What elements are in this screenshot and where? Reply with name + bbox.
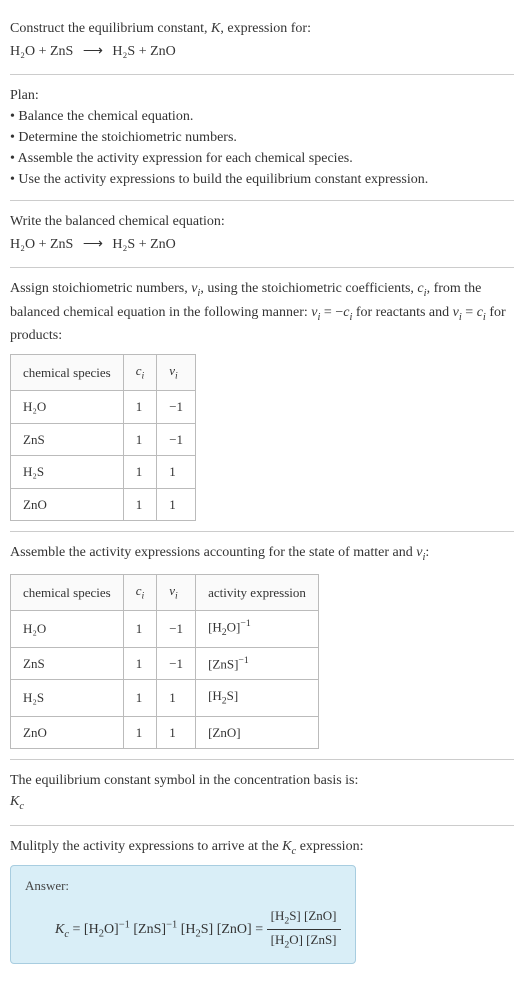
plan-item: • Use the activity expressions to build …: [10, 169, 514, 190]
answer-box: Answer: Kc = [H2O]−1 [ZnS]−1 [H2S] [ZnO]…: [10, 865, 356, 964]
cell-vi: 1: [157, 716, 196, 749]
table-header-row: chemical species ci νi: [11, 355, 196, 391]
cell-species: ZnO: [11, 488, 124, 521]
cell-expr: [H2O]−1: [196, 611, 319, 648]
col-species: chemical species: [11, 574, 124, 610]
balanced-section: Write the balanced chemical equation: H₂…: [10, 201, 514, 268]
intro-line: Construct the equilibrium constant, K, e…: [10, 18, 514, 39]
kc-expression: Kc = [H2O]−1 [ZnS]−1 [H2S] [ZnO] = [H2S]…: [25, 902, 341, 953]
cell-expr: [H2S]: [196, 680, 319, 716]
table-row: H₂O 1 −1: [11, 391, 196, 424]
col-species: chemical species: [11, 355, 124, 391]
plan-item: • Balance the chemical equation.: [10, 106, 514, 127]
activity-section: Assemble the activity expressions accoun…: [10, 532, 514, 760]
cell-vi: −1: [157, 391, 196, 424]
cell-ci: 1: [123, 423, 157, 456]
cell-expr: [ZnS]−1: [196, 647, 319, 680]
cell-vi: 1: [157, 488, 196, 521]
fraction-numerator: [H2S] [ZnO]: [267, 906, 341, 930]
plan-item: • Assemble the activity expression for e…: [10, 148, 514, 169]
table-row: H₂O 1 −1 [H2O]−1: [11, 611, 319, 648]
col-expr: activity expression: [196, 574, 319, 610]
balanced-heading: Write the balanced chemical equation:: [10, 211, 514, 232]
products: H₂S + ZnO: [112, 237, 175, 252]
col-vi: νi: [157, 574, 196, 610]
cell-ci: 1: [123, 647, 157, 680]
cell-species: H₂S: [11, 456, 124, 489]
table-row: ZnO 1 1: [11, 488, 196, 521]
cell-vi: −1: [157, 647, 196, 680]
table-header-row: chemical species ci νi activity expressi…: [11, 574, 319, 610]
balanced-equation: H₂O + ZnS ⟶ H₂S + ZnO: [10, 232, 514, 257]
intro-section: Construct the equilibrium constant, K, e…: [10, 8, 514, 75]
symbol-section: The equilibrium constant symbol in the c…: [10, 760, 514, 826]
symbol-text: The equilibrium constant symbol in the c…: [10, 770, 514, 791]
final-section: Mulitply the activity expressions to arr…: [10, 826, 514, 974]
cell-ci: 1: [123, 391, 157, 424]
intro-equation: H₂O + ZnS ⟶ H₂S + ZnO: [10, 39, 514, 64]
cell-expr: [ZnO]: [196, 716, 319, 749]
stoich-table: chemical species ci νi H₂O 1 −1 ZnS 1 −1…: [10, 354, 196, 521]
arrow-icon: ⟶: [77, 237, 109, 252]
cell-species: ZnS: [11, 423, 124, 456]
cell-species: ZnS: [11, 647, 124, 680]
col-ci: ci: [123, 355, 157, 391]
plan-section: Plan: • Balance the chemical equation. •…: [10, 75, 514, 201]
cell-ci: 1: [123, 611, 157, 648]
reactants: H₂O + ZnS: [10, 44, 73, 59]
fraction: [H2S] [ZnO] [H2O] [ZnS]: [267, 906, 341, 953]
table-row: ZnS 1 −1 [ZnS]−1: [11, 647, 319, 680]
kc-symbol: Kc: [10, 791, 514, 815]
col-ci: ci: [123, 574, 157, 610]
table-row: H₂S 1 1 [H2S]: [11, 680, 319, 716]
products: H₂S + ZnO: [112, 44, 175, 59]
plan-item: • Determine the stoichiometric numbers.: [10, 127, 514, 148]
cell-vi: 1: [157, 456, 196, 489]
cell-vi: 1: [157, 680, 196, 716]
col-vi: νi: [157, 355, 196, 391]
cell-species: H₂O: [11, 611, 124, 648]
cell-vi: −1: [157, 423, 196, 456]
cell-species: H₂S: [11, 680, 124, 716]
cell-vi: −1: [157, 611, 196, 648]
fraction-denominator: [H2O] [ZnS]: [267, 930, 341, 953]
activity-table: chemical species ci νi activity expressi…: [10, 574, 319, 749]
reactants: H₂O + ZnS: [10, 237, 73, 252]
arrow-icon: ⟶: [77, 44, 109, 59]
stoich-text: Assign stoichiometric numbers, νi, using…: [10, 278, 514, 346]
activity-text: Assemble the activity expressions accoun…: [10, 542, 514, 566]
cell-ci: 1: [123, 488, 157, 521]
stoich-section: Assign stoichiometric numbers, νi, using…: [10, 268, 514, 532]
final-heading: Mulitply the activity expressions to arr…: [10, 836, 514, 860]
table-row: ZnO 1 1 [ZnO]: [11, 716, 319, 749]
table-row: H₂S 1 1: [11, 456, 196, 489]
cell-ci: 1: [123, 456, 157, 489]
cell-ci: 1: [123, 680, 157, 716]
answer-label: Answer:: [25, 876, 341, 896]
plan-heading: Plan:: [10, 85, 514, 106]
table-row: ZnS 1 −1: [11, 423, 196, 456]
cell-species: ZnO: [11, 716, 124, 749]
cell-ci: 1: [123, 716, 157, 749]
cell-species: H₂O: [11, 391, 124, 424]
